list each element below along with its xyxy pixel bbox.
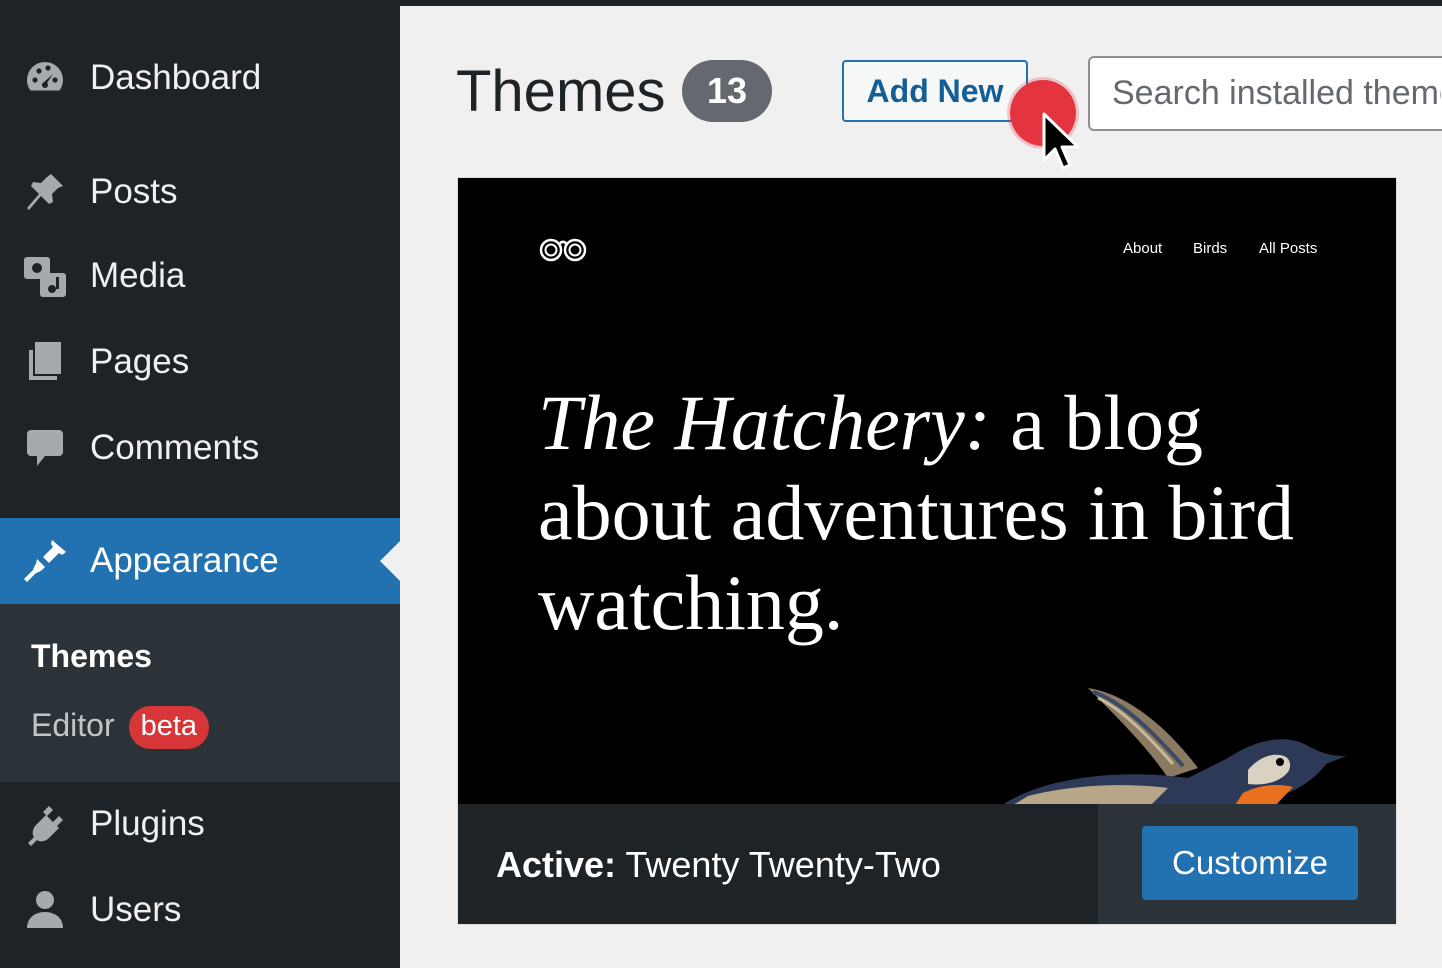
pin-icon <box>22 169 68 215</box>
search-themes-input[interactable] <box>1088 56 1442 131</box>
sidebar-item-label: Media <box>90 256 186 295</box>
theme-name: Active: Twenty Twenty-Two <box>496 844 941 886</box>
theme-count-badge: 13 <box>682 60 772 122</box>
media-icon <box>22 253 68 299</box>
theme-screenshot[interactable]: About Birds All Posts The Hatchery: a bl… <box>458 178 1396 804</box>
sidebar-item-label: Appearance <box>90 541 279 580</box>
sidebar-item-label: Comments <box>90 428 260 467</box>
page-title: Themes <box>456 59 666 124</box>
sidebar-item-media[interactable]: Media <box>0 233 400 319</box>
sidebar-item-label: Posts <box>90 172 178 211</box>
preview-nav-birds: Birds <box>1193 240 1228 257</box>
swallow-illustration <box>1003 688 1346 804</box>
pages-icon <box>22 339 68 385</box>
sidebar-item-dashboard[interactable]: Dashboard <box>0 35 400 121</box>
preview-nav-about: About <box>1123 240 1163 257</box>
active-theme-card[interactable]: About Birds All Posts The Hatchery: a bl… <box>457 177 1397 925</box>
admin-sidebar: Dashboard Posts Media Pages Comments App… <box>0 0 400 968</box>
submenu-item-themes[interactable]: Themes <box>31 638 152 675</box>
mouse-cursor-icon <box>1042 112 1080 170</box>
sidebar-item-pages[interactable]: Pages <box>0 319 400 405</box>
sidebar-item-appearance[interactable]: Appearance <box>0 518 400 604</box>
sidebar-item-comments[interactable]: Comments <box>0 405 400 491</box>
theme-actions: Customize <box>1098 804 1396 924</box>
user-icon <box>22 887 68 933</box>
submenu-item-editor[interactable]: Editor beta <box>31 706 210 749</box>
binoculars-logo-icon <box>539 238 587 262</box>
preview-nav-all-posts: All Posts <box>1259 240 1318 257</box>
sidebar-item-label: Dashboard <box>90 58 262 97</box>
active-label: Active: <box>496 844 617 885</box>
preview-headline: The Hatchery: a blog about adventures in… <box>538 378 1298 648</box>
sidebar-item-label: Plugins <box>90 804 205 843</box>
sidebar-item-posts[interactable]: Posts <box>0 149 400 235</box>
submenu-item-label: Editor <box>31 706 115 743</box>
sidebar-item-label: Users <box>90 890 182 929</box>
active-theme-name: Twenty Twenty-Two <box>625 844 941 885</box>
comment-icon <box>22 425 68 471</box>
theme-card-footer: Active: Twenty Twenty-Two Customize <box>458 804 1396 924</box>
sidebar-item-plugins[interactable]: Plugins <box>0 781 400 867</box>
add-new-button[interactable]: Add New <box>842 60 1028 122</box>
current-menu-arrow <box>380 541 400 581</box>
customize-button[interactable]: Customize <box>1142 826 1358 900</box>
plug-icon <box>22 801 68 847</box>
paintbrush-icon <box>22 538 68 584</box>
appearance-submenu: Themes Editor beta <box>0 604 400 782</box>
dashboard-icon <box>22 55 68 101</box>
beta-badge: beta <box>128 706 210 749</box>
headline-italic: The Hatchery: <box>538 379 991 466</box>
sidebar-item-label: Pages <box>90 342 190 381</box>
sidebar-item-users[interactable]: Users <box>0 867 400 953</box>
